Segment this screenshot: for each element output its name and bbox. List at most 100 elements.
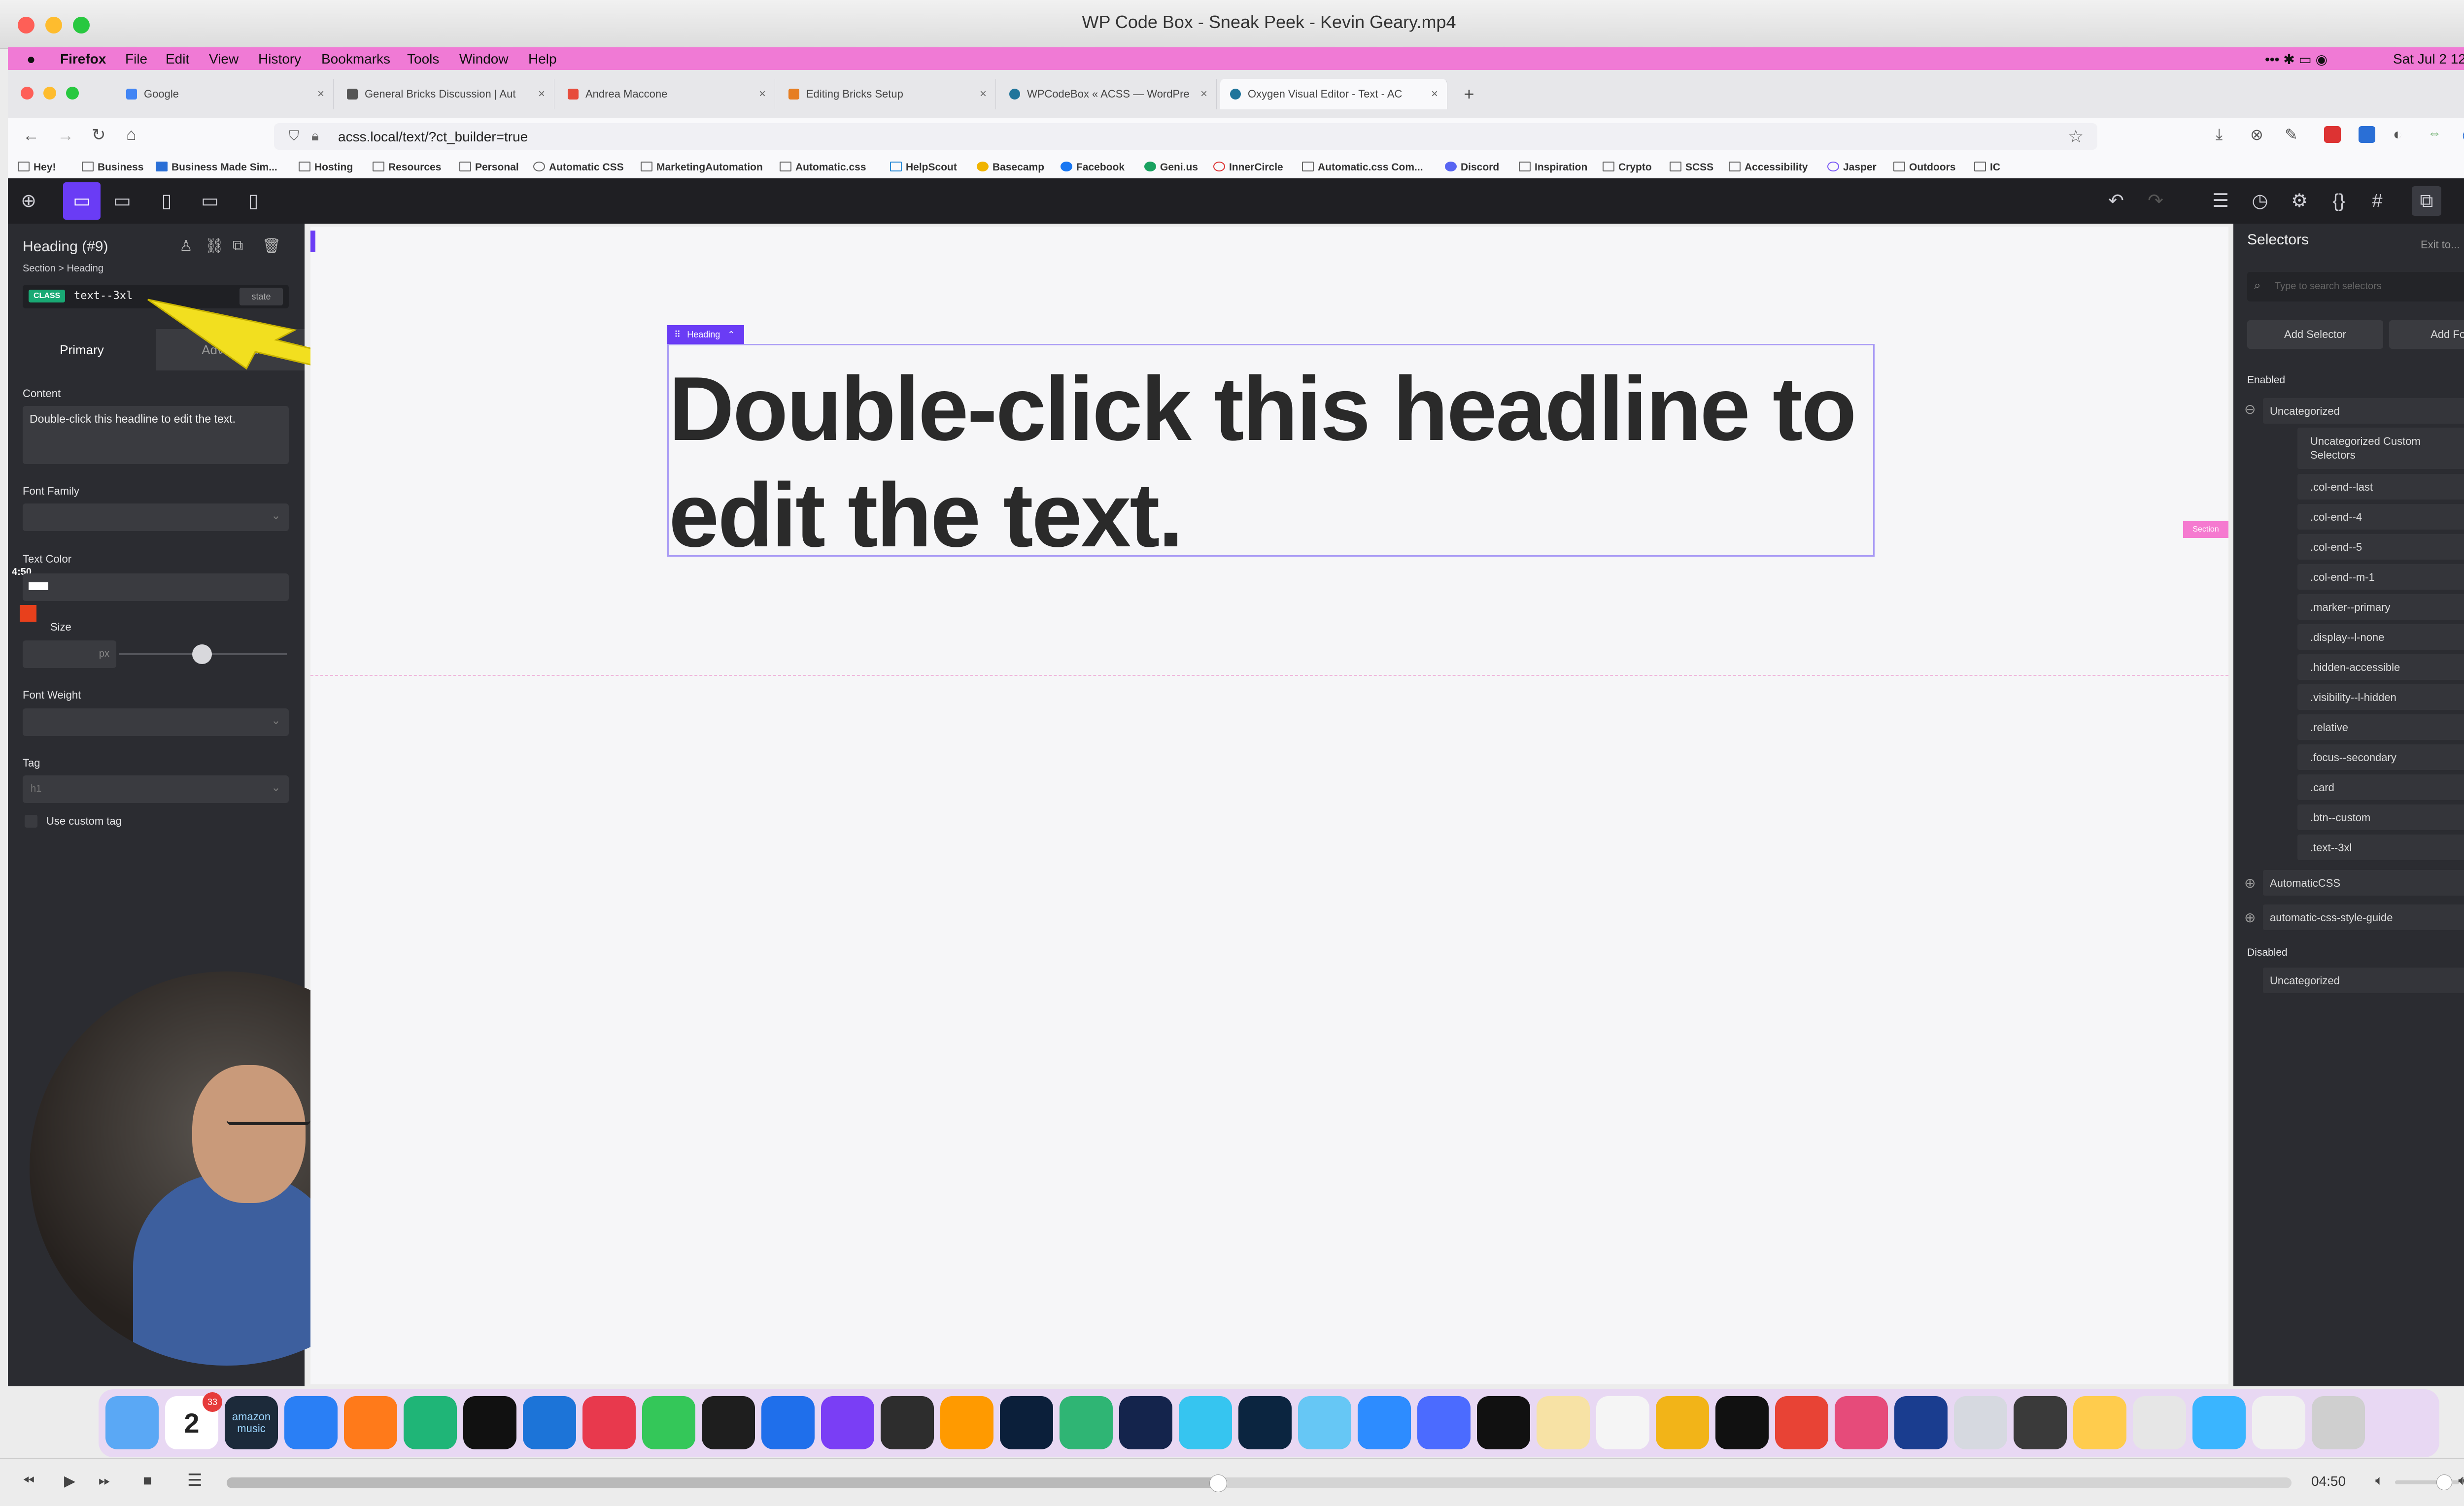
selector-name: .visibility--l-hidden [2310, 691, 2396, 703]
section-badge[interactable]: Section [2183, 521, 2228, 538]
dock-app-icon[interactable] [404, 1396, 457, 1449]
exit-button[interactable]: Exit to... [2421, 238, 2460, 251]
selector-item[interactable]: .col-end--5 [2297, 534, 2464, 560]
selector-item[interactable]: .focus--secondary [2297, 744, 2464, 770]
section-boundary [310, 675, 2228, 676]
add-selector-button[interactable]: Add Selector [2247, 320, 2383, 349]
play-icon[interactable]: ▶ [64, 1473, 75, 1490]
current-time: 04:50 [2311, 1473, 2346, 1489]
seek-bar[interactable] [227, 1474, 2292, 1492]
dock-app-icon[interactable] [1417, 1396, 1471, 1449]
dock-app-icon[interactable] [105, 1396, 159, 1449]
builder-canvas[interactable]: ⠿ Heading ⌃ Double-click this headline t… [310, 227, 2228, 1384]
search-placeholder: Type to search selectors [2275, 281, 2382, 292]
calendar-badge: 33 [203, 1392, 222, 1412]
dock-app-icon[interactable] [702, 1396, 755, 1449]
dock-app-icon[interactable]: amazon music [225, 1396, 278, 1449]
selector-name: .text--3xl [2310, 841, 2352, 854]
selector-name: .card [2310, 781, 2334, 794]
volume-low-icon: 🔈︎ [2375, 1473, 2384, 1488]
dock-app-icon[interactable] [1000, 1396, 1053, 1449]
dock-app-icon[interactable] [2014, 1396, 2067, 1449]
selector-item[interactable]: .text--3xl [2297, 835, 2464, 860]
add-folder-button[interactable]: Add Folder [2389, 320, 2464, 349]
dock-app-icon[interactable] [1835, 1396, 1888, 1449]
dock-app-icon[interactable] [1119, 1396, 1172, 1449]
dock-app-icon[interactable] [1298, 1396, 1351, 1449]
folder-style-guide[interactable]: automatic-css-style-guide [2263, 904, 2464, 930]
dock-app-icon[interactable] [2073, 1396, 2126, 1449]
stop-icon[interactable]: ■ [143, 1473, 152, 1489]
dock-app-icon[interactable] [2252, 1396, 2305, 1449]
selector-name: .relative [2310, 721, 2349, 734]
custom-selectors-group[interactable]: Uncategorized Custom Selectors [2297, 428, 2464, 469]
dock-app-icon[interactable] [1537, 1396, 1590, 1449]
expand-icon[interactable]: ⊕ [2244, 909, 2256, 926]
selector-item[interactable]: .relative [2297, 714, 2464, 740]
selector-name: .display--l-none [2310, 631, 2385, 643]
expand-icon[interactable]: ⊕ [2244, 875, 2256, 891]
search-icon: ⌕ [2254, 279, 2261, 292]
dock-app-icon[interactable] [1715, 1396, 1769, 1449]
selector-item[interactable]: .col-end--4 [2297, 504, 2464, 530]
selector-item[interactable]: .col-end--last [2297, 474, 2464, 500]
heading-element[interactable]: Double-click this headline to edit the t… [667, 344, 1875, 566]
dock-app-icon[interactable] [761, 1396, 815, 1449]
dock-app-icon[interactable] [642, 1396, 695, 1449]
dock-app-icon[interactable] [344, 1396, 397, 1449]
selector-item[interactable]: .hidden-accessible [2297, 654, 2464, 680]
dock-app-icon[interactable] [1477, 1396, 1530, 1449]
dock-app-icon[interactable] [1179, 1396, 1232, 1449]
dock-app-icon[interactable] [582, 1396, 636, 1449]
heading-badge[interactable]: ⠿ Heading ⌃ [667, 325, 744, 344]
dock-app-icon[interactable] [2312, 1396, 2365, 1449]
folder-automaticcss[interactable]: AutomaticCSS [2263, 870, 2464, 896]
folder-uncategorized[interactable]: Uncategorized [2263, 398, 2464, 424]
dock-app-icon[interactable] [2192, 1396, 2246, 1449]
dock-app-icon[interactable] [1238, 1396, 1292, 1449]
dock-app-icon[interactable] [284, 1396, 338, 1449]
selector-name: .hidden-accessible [2310, 661, 2400, 673]
folder-disabled-uncategorized[interactable]: Uncategorized [2263, 968, 2464, 993]
headline-line-2: edit the text. [669, 464, 1184, 566]
seek-progress [227, 1477, 1218, 1488]
chevron-up-icon[interactable]: ⌃ [727, 330, 735, 339]
selectors-panel: Selectors Exit to... × ⌕ Type to search … [2233, 224, 2464, 1386]
volume-high-icon: 🔊︎ [2458, 1473, 2464, 1488]
dock-app-icon[interactable] [1775, 1396, 1828, 1449]
collapse-icon[interactable]: ⊖ [2244, 401, 2256, 417]
folder-label: Uncategorized [2270, 405, 2340, 417]
selector-name: .col-end--5 [2310, 541, 2362, 553]
selector-item[interactable]: .visibility--l-hidden [2297, 684, 2464, 710]
dock-app-icon[interactable] [1358, 1396, 1411, 1449]
rewind-icon[interactable]: ⏪︎ [23, 1473, 34, 1489]
folder-label: Uncategorized [2270, 974, 2340, 987]
selector-search[interactable]: ⌕ Type to search selectors [2247, 272, 2464, 301]
selector-name: .col-end--4 [2310, 511, 2362, 523]
dock-app-icon[interactable]: 2 33 [165, 1392, 222, 1449]
dock-app-icon[interactable] [1060, 1396, 1113, 1449]
selector-name: .marker--primary [2310, 601, 2391, 613]
selector-item[interactable]: .btn--custom [2297, 804, 2464, 830]
seek-thumb[interactable] [1209, 1474, 1228, 1492]
volume-thumb[interactable] [2436, 1474, 2452, 1490]
drag-handle-icon[interactable]: ⠿ [674, 330, 681, 339]
selector-item[interactable]: .card [2297, 774, 2464, 800]
dock-app-icon[interactable] [821, 1396, 874, 1449]
fast-forward-icon[interactable]: ⏩︎ [99, 1473, 110, 1489]
dock-app-icon[interactable] [940, 1396, 993, 1449]
dock-app-icon[interactable] [881, 1396, 934, 1449]
dock-app-icon[interactable] [463, 1396, 516, 1449]
selector-item[interactable]: .col-end--m-1 [2297, 564, 2464, 590]
playlist-icon[interactable]: ☰ [187, 1471, 202, 1490]
dock-app-icon[interactable] [1894, 1396, 1948, 1449]
dock-app-icon[interactable] [1954, 1396, 2007, 1449]
dock-app-icon[interactable] [1596, 1396, 1649, 1449]
headline-text[interactable]: Double-click this headline to edit the t… [669, 355, 1857, 568]
canvas-handle [310, 231, 315, 252]
dock-app-icon[interactable] [2133, 1396, 2186, 1449]
dock-app-icon[interactable] [1656, 1396, 1709, 1449]
selector-item[interactable]: .marker--primary [2297, 594, 2464, 620]
dock-app-icon[interactable] [523, 1396, 576, 1449]
selector-item[interactable]: .display--l-none [2297, 624, 2464, 650]
